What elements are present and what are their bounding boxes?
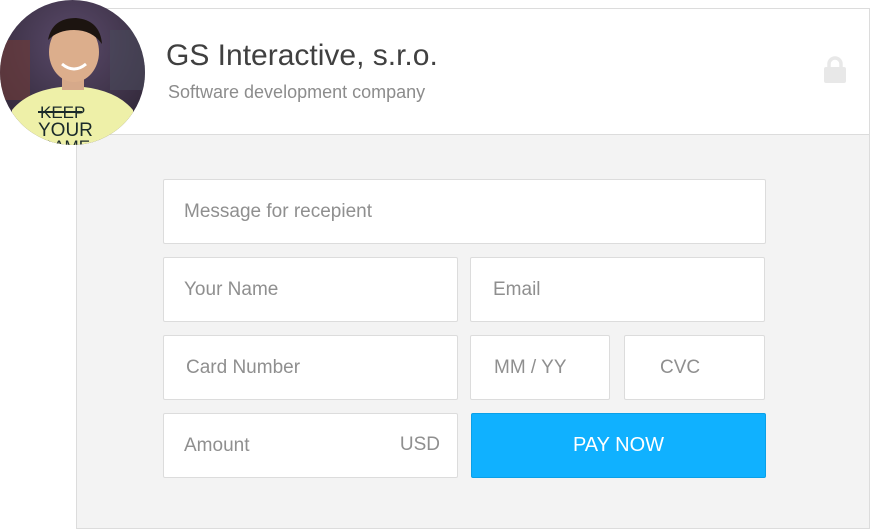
name-input[interactable] — [163, 257, 458, 322]
lock-icon — [824, 56, 846, 83]
amount-field: USD — [163, 413, 458, 478]
avatar-shirt-line-3: GAME — [40, 137, 90, 145]
card-number-input[interactable] — [163, 335, 458, 400]
currency-label: USD — [399, 434, 440, 455]
email-input[interactable] — [470, 257, 765, 322]
cvc-input[interactable] — [624, 335, 765, 400]
expiry-input[interactable] — [470, 335, 610, 400]
avatar: KEEP YOUR GAME — [0, 0, 145, 145]
company-name: GS Interactive, s.r.o. — [166, 39, 438, 72]
card-header: GS Interactive, s.r.o. Software developm… — [77, 9, 869, 135]
company-tagline: Software development company — [168, 82, 426, 102]
pay-now-button[interactable]: PAY NOW — [471, 413, 766, 478]
message-input[interactable] — [163, 179, 766, 244]
